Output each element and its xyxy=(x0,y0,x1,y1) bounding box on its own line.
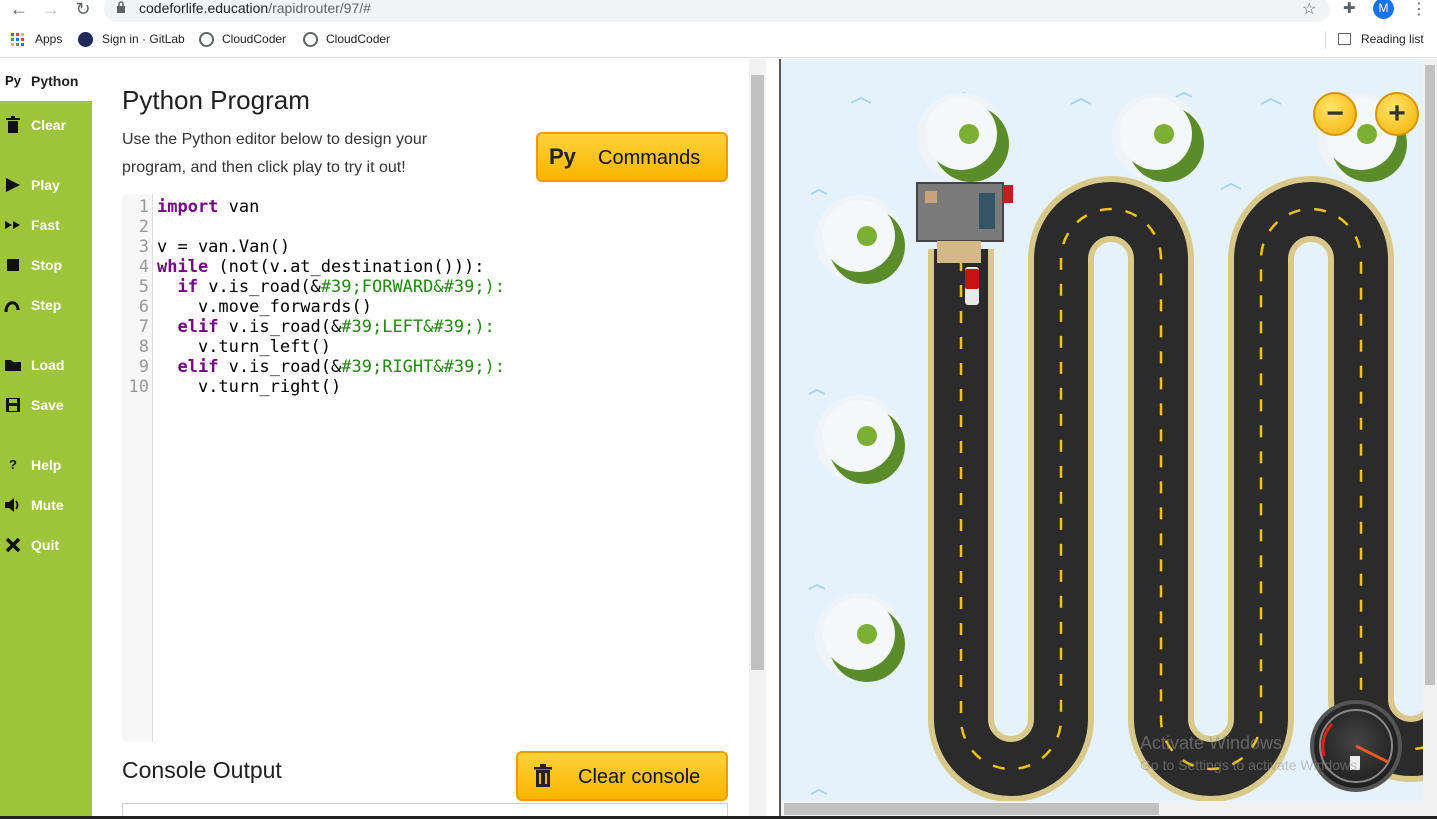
code-line[interactable]: while (not(v.at_destination())): xyxy=(157,257,485,277)
zoom-in-button[interactable]: + xyxy=(1375,92,1419,136)
bookmark-separator xyxy=(1325,31,1326,49)
van xyxy=(965,267,979,305)
fast-forward-icon xyxy=(5,221,20,229)
code-line[interactable]: v.turn_left() xyxy=(157,337,331,357)
clear-console-button[interactable]: Clear console xyxy=(516,751,728,801)
back-icon[interactable]: ← xyxy=(8,0,30,20)
trash-icon xyxy=(534,764,552,787)
sidebar-item-quit[interactable]: Quit xyxy=(0,529,92,559)
lock-icon xyxy=(117,1,125,13)
commands-button[interactable]: Py Commands xyxy=(536,132,728,182)
road-map xyxy=(808,91,1423,801)
bookmark-apps[interactable]: Apps xyxy=(35,32,62,46)
folder-icon xyxy=(5,360,21,371)
editor-scrollbar-thumb[interactable] xyxy=(751,75,764,670)
fuel-gauge xyxy=(1310,700,1402,792)
star-icon[interactable]: ☆ xyxy=(1302,0,1316,19)
activation-watermark-sub: Go to Settings to activate Windows. xyxy=(1140,757,1361,773)
line-number: 10 xyxy=(128,377,149,397)
sidebar-item-python[interactable]: Py Python xyxy=(0,59,92,101)
reading-list[interactable]: Reading list xyxy=(1361,32,1424,46)
trash-icon xyxy=(6,116,20,133)
help-icon: ? xyxy=(9,457,17,472)
sidebar-item-step[interactable]: Step xyxy=(0,289,92,319)
sidebar-item-stop[interactable]: Stop xyxy=(0,249,92,279)
bookmarks-bar: Apps Sign in · GitLab CloudCoder CloudCo… xyxy=(0,28,1437,52)
line-number: 6 xyxy=(138,297,149,317)
code-line[interactable]: elif v.is_road(&#39;RIGHT&#39;): xyxy=(157,357,505,377)
code-line[interactable]: if v.is_road(&#39;FORWARD&#39;): xyxy=(157,277,505,297)
sidebar-item-play[interactable]: Play xyxy=(0,169,92,199)
sidebar-item-load[interactable]: Load xyxy=(0,349,92,379)
avatar[interactable]: M xyxy=(1373,0,1394,19)
gauge-icon xyxy=(1319,709,1393,783)
save-icon xyxy=(6,398,20,412)
stop-icon xyxy=(7,259,19,271)
close-icon xyxy=(5,537,21,553)
activation-watermark-title: Activate Windows xyxy=(1140,733,1283,753)
line-number: 2 xyxy=(138,217,149,237)
sidebar-item-help[interactable]: ? Help xyxy=(0,449,92,479)
gitlab-icon xyxy=(78,32,93,47)
page-title: Python Program xyxy=(122,85,310,115)
url-text: codeforlife.education/rapidrouter/97/# xyxy=(139,0,371,16)
console-title: Console Output xyxy=(122,757,282,783)
code-line[interactable]: v = van.Van() xyxy=(157,237,290,257)
editor-description: Use the Python editor below to design yo… xyxy=(122,131,428,176)
line-number: 1 xyxy=(138,197,149,217)
speaker-icon xyxy=(5,498,19,512)
bookmark-cloudcoder-2[interactable]: CloudCoder xyxy=(326,32,390,46)
sidebar: Py Python Clear Play Fast Stop Step Load… xyxy=(0,59,92,819)
game-canvas[interactable]: − + xyxy=(781,59,1423,801)
code-line[interactable]: v.move_forwards() xyxy=(157,297,372,317)
code-line[interactable]: import van xyxy=(157,197,259,217)
sidebar-item-label: Python xyxy=(31,73,79,89)
reload-icon[interactable]: ↻ xyxy=(72,0,94,20)
zoom-out-button[interactable]: − xyxy=(1313,92,1357,136)
line-number: 9 xyxy=(138,357,149,377)
extensions-icon[interactable]: ✚ xyxy=(1343,0,1356,17)
line-number: 8 xyxy=(138,337,149,357)
code-line[interactable]: v.turn_right() xyxy=(157,377,341,397)
code-line[interactable]: elif v.is_road(&#39;LEFT&#39;): xyxy=(157,317,494,337)
globe-icon xyxy=(303,32,318,47)
forward-icon[interactable]: → xyxy=(40,0,62,20)
line-number: 5 xyxy=(138,277,149,297)
sidebar-item-clear[interactable]: Clear xyxy=(0,109,92,139)
apps-icon xyxy=(11,33,24,46)
panel-divider[interactable] xyxy=(766,59,781,819)
bookmark-cloudcoder-1[interactable]: CloudCoder xyxy=(222,32,286,46)
line-number: 7 xyxy=(138,317,149,337)
browser-toolbar: ← → ↻ codeforlife.education/rapidrouter/… xyxy=(0,0,1437,24)
bookmark-gitlab[interactable]: Sign in · GitLab xyxy=(102,32,185,46)
sidebar-item-fast[interactable]: Fast xyxy=(0,209,92,239)
game-vertical-scrollbar-thumb[interactable] xyxy=(1425,65,1435,685)
step-icon xyxy=(4,301,20,313)
sidebar-item-save[interactable]: Save xyxy=(0,389,92,419)
python-icon: Py xyxy=(5,73,21,88)
sidebar-item-mute[interactable]: Mute xyxy=(0,489,92,519)
game-horizontal-scrollbar-thumb[interactable] xyxy=(784,803,1159,815)
chrome-divider xyxy=(0,57,1437,58)
reading-list-icon xyxy=(1338,33,1351,45)
line-number: 4 xyxy=(138,257,149,277)
python-icon: Py xyxy=(549,144,576,169)
globe-icon xyxy=(199,32,214,47)
menu-icon[interactable]: ⋮ xyxy=(1411,0,1427,19)
line-number: 3 xyxy=(138,237,149,257)
play-icon xyxy=(6,178,20,192)
